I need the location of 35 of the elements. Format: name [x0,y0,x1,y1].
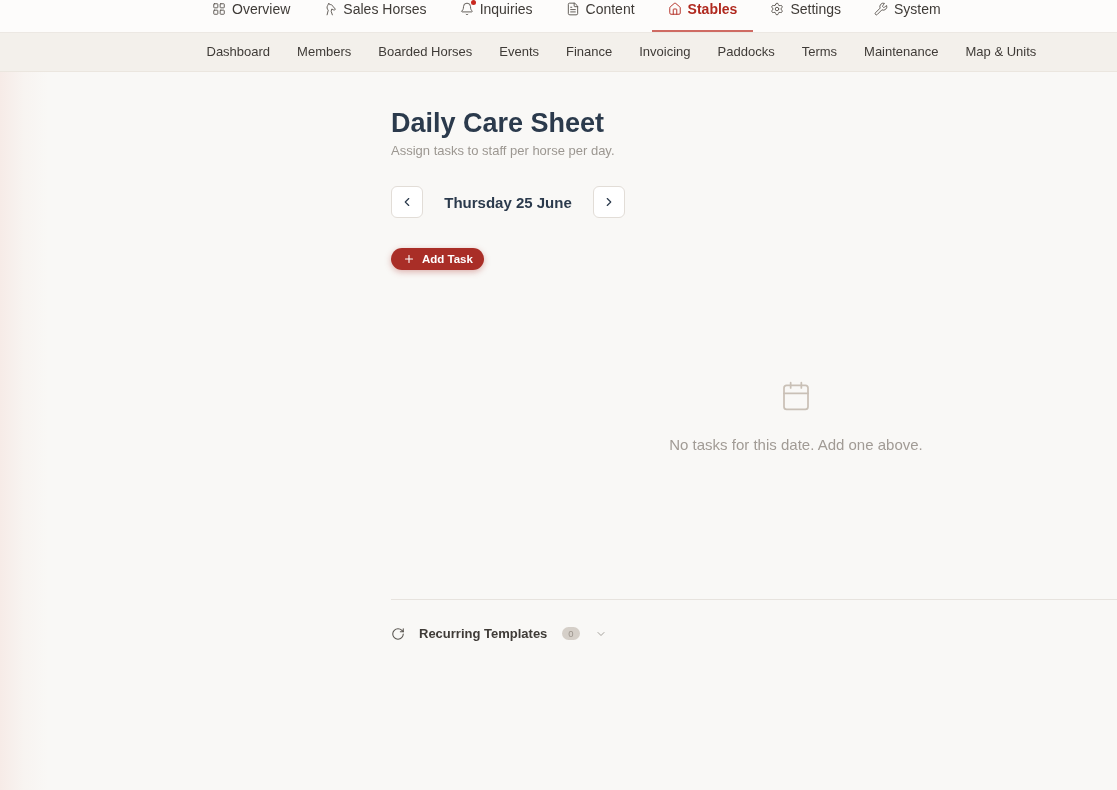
horse-icon [323,2,338,16]
plus-icon [403,253,415,265]
next-day-button[interactable] [593,186,625,218]
settings-icon [770,2,785,16]
top-nav-tab[interactable]: Content [549,0,651,32]
grid-icon [212,2,226,16]
sub-nav-link[interactable]: Boarded Horses [364,41,486,63]
top-nav-tab[interactable]: Settings [754,0,857,32]
sub-nav-link[interactable]: Paddocks [704,41,789,63]
sub-nav-link[interactable]: Terms [788,41,851,63]
wrench-icon [874,2,888,16]
current-date: Thursday 25 June [443,193,573,211]
top-nav-tab[interactable]: Sales Horses [307,0,443,32]
page-title: Daily Care Sheet [391,107,605,139]
page-subtitle: Assign tasks to staff per horse per day. [391,142,615,160]
sub-nav-link[interactable]: Maintenance [850,41,952,63]
refresh-icon [391,626,405,641]
top-nav-tab[interactable]: Stables [651,0,754,32]
sub-nav-link[interactable]: Finance [552,41,626,63]
recurring-templates-title: Recurring Templates [419,626,548,641]
sub-nav-link[interactable]: Members [283,41,365,63]
top-nav-tab[interactable]: System [858,0,957,32]
bell-icon [459,2,474,16]
document-icon [565,2,580,16]
sub-nav-link[interactable]: Invoicing [625,41,705,63]
top-nav-tab[interactable]: Overview [196,0,307,32]
sub-nav-link[interactable]: Map & Units [952,41,1050,63]
sub-nav-link[interactable]: Dashboard [193,41,284,63]
previous-day-button[interactable] [391,186,423,218]
house-icon [667,2,682,16]
add-task-button[interactable]: Add Task [391,248,484,270]
empty-state-message: No tasks for this date. Add one above. [669,435,923,455]
sub-nav-link[interactable]: Events [485,41,553,63]
top-nav-tab[interactable]: Inquiries [443,0,549,32]
calendar-icon [780,380,812,412]
